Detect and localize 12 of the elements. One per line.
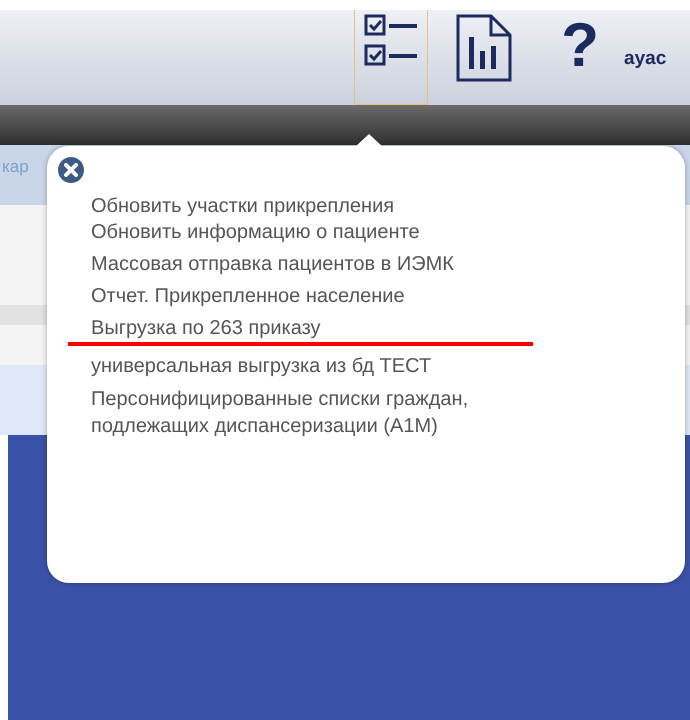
menu-item[interactable]: Массовая отправка пациентов в ИЭМК — [91, 250, 665, 282]
report-icon — [455, 13, 514, 83]
menu-item[interactable]: Обновить информацию о пациенте — [91, 218, 665, 250]
user-name[interactable]: ayac — [624, 48, 690, 70]
close-icon[interactable] — [57, 156, 85, 184]
menu-item[interactable]: универсальная выгрузка из бд ТЕСТ — [91, 346, 665, 384]
help-button[interactable]: ? — [554, 10, 606, 105]
menu-item[interactable]: Выгрузка по 263 приказу — [91, 314, 665, 346]
checklist-button[interactable] — [354, 10, 428, 105]
menu-item[interactable]: Обновить участки прикрепления — [91, 192, 665, 218]
menu-item[interactable]: Отчет. Прикрепленное население — [91, 282, 665, 314]
menu-item[interactable]: Персонифицированные списки граждан, подлежащих диспансеризации (А1М) — [91, 384, 491, 446]
